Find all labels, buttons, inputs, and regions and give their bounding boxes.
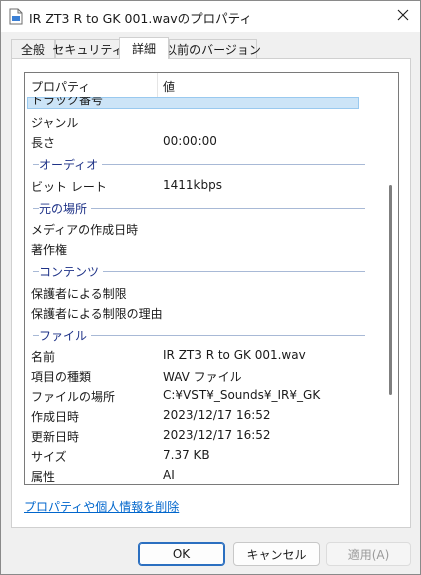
property-value: 7.37 KB bbox=[163, 448, 210, 462]
group-title: オーディオ bbox=[39, 156, 103, 173]
list-item[interactable]: 更新日時 2023/12/17 16:52 bbox=[25, 425, 385, 445]
list-item[interactable]: 著作権 bbox=[25, 238, 385, 258]
property-key: 更新日時 bbox=[31, 430, 80, 444]
list-item[interactable]: ジャンル bbox=[25, 111, 385, 131]
tab-details[interactable]: 詳細 bbox=[119, 37, 169, 59]
tab-general[interactable]: 全般 bbox=[11, 39, 55, 58]
tab-security[interactable]: セキュリティ bbox=[52, 39, 124, 58]
group-title: コンテンツ bbox=[39, 263, 104, 280]
list-item[interactable]: サイズ 7.37 KB bbox=[25, 445, 385, 465]
header-property[interactable]: プロパティ bbox=[31, 78, 90, 95]
list-item[interactable]: 名前 IR ZT3 R to GK 001.wav bbox=[25, 345, 385, 365]
list-item[interactable]: メディアの作成日時 bbox=[25, 218, 385, 238]
property-list[interactable]: プロパティ 値 トラック番号 ジャンル 長さ 00:00:00 オーディオ ビッ… bbox=[24, 72, 399, 485]
property-key: ジャンル bbox=[31, 116, 79, 130]
group-header-audio: オーディオ bbox=[25, 153, 385, 173]
property-key: 保護者による制限 bbox=[31, 287, 127, 301]
list-item[interactable]: 長さ 00:00:00 bbox=[25, 131, 385, 151]
apply-button[interactable]: 適用(A) bbox=[326, 542, 411, 566]
vertical-scrollbar[interactable] bbox=[384, 97, 398, 484]
list-item[interactable]: 属性 AI bbox=[25, 465, 385, 484]
property-key: メディアの作成日時 bbox=[31, 223, 139, 237]
scrollbar-thumb[interactable] bbox=[389, 185, 392, 395]
property-value: C:¥VST¥_Sounds¥_IR¥_GK bbox=[163, 388, 321, 402]
list-item[interactable]: 作成日時 2023/12/17 16:52 bbox=[25, 405, 385, 425]
property-key: 作成日時 bbox=[31, 410, 80, 424]
group-header-origin: 元の場所 bbox=[25, 197, 385, 217]
group-title: ファイル bbox=[39, 327, 92, 344]
list-item[interactable]: 保護者による制限 bbox=[25, 282, 385, 302]
remove-properties-link[interactable]: プロパティや個人情報を削除 bbox=[24, 498, 179, 515]
properties-dialog: IR ZT3 R to GK 001.wavのプロパティ 全般 セキュリティ 詳… bbox=[0, 0, 421, 575]
cancel-button[interactable]: キャンセル bbox=[233, 542, 320, 566]
ok-button[interactable]: OK bbox=[138, 542, 225, 566]
list-item[interactable]: 保護者による制限の理由 bbox=[25, 302, 385, 322]
close-icon bbox=[397, 9, 409, 24]
wav-file-icon bbox=[9, 8, 23, 25]
list-item[interactable]: ファイルの場所 C:¥VST¥_Sounds¥_IR¥_GK bbox=[25, 385, 385, 405]
tab-strip: 全般 セキュリティ 詳細 以前のバージョン bbox=[11, 37, 411, 59]
header-divider[interactable] bbox=[157, 73, 158, 97]
property-value: AI bbox=[163, 468, 175, 482]
property-key: 名前 bbox=[31, 350, 56, 364]
group-header-content: コンテンツ bbox=[25, 260, 385, 280]
property-key: 項目の種類 bbox=[31, 370, 92, 384]
property-key: 著作権 bbox=[31, 243, 68, 257]
title-bar[interactable]: IR ZT3 R to GK 001.wavのプロパティ bbox=[1, 1, 420, 32]
property-key: サイズ bbox=[31, 450, 67, 464]
list-item[interactable]: 項目の種類 WAV ファイル bbox=[25, 365, 385, 385]
property-key: ビット レート bbox=[31, 180, 107, 194]
list-item[interactable]: ビット レート 1411kbps bbox=[25, 175, 385, 195]
property-value: 2023/12/17 16:52 bbox=[163, 428, 271, 442]
group-title: 元の場所 bbox=[39, 200, 92, 217]
property-key: ファイルの場所 bbox=[31, 390, 116, 404]
property-value: 2023/12/17 16:52 bbox=[163, 408, 271, 422]
details-panel: プロパティ 値 トラック番号 ジャンル 長さ 00:00:00 オーディオ ビッ… bbox=[11, 58, 411, 528]
property-key: 長さ bbox=[31, 136, 56, 150]
close-button[interactable] bbox=[392, 5, 414, 27]
property-value: WAV ファイル bbox=[163, 370, 242, 384]
tab-previous-versions[interactable]: 以前のバージョン bbox=[165, 39, 261, 58]
group-header-file: ファイル bbox=[25, 324, 385, 344]
property-key: 保護者による制限の理由 bbox=[31, 307, 163, 321]
property-value: 1411kbps bbox=[163, 178, 222, 192]
property-value: IR ZT3 R to GK 001.wav bbox=[163, 348, 306, 362]
window-title: IR ZT3 R to GK 001.wavのプロパティ bbox=[29, 11, 252, 26]
header-value[interactable]: 値 bbox=[163, 78, 175, 95]
property-value: 00:00:00 bbox=[163, 134, 217, 148]
property-key: 属性 bbox=[31, 470, 56, 484]
list-header: プロパティ 値 bbox=[25, 73, 398, 97]
